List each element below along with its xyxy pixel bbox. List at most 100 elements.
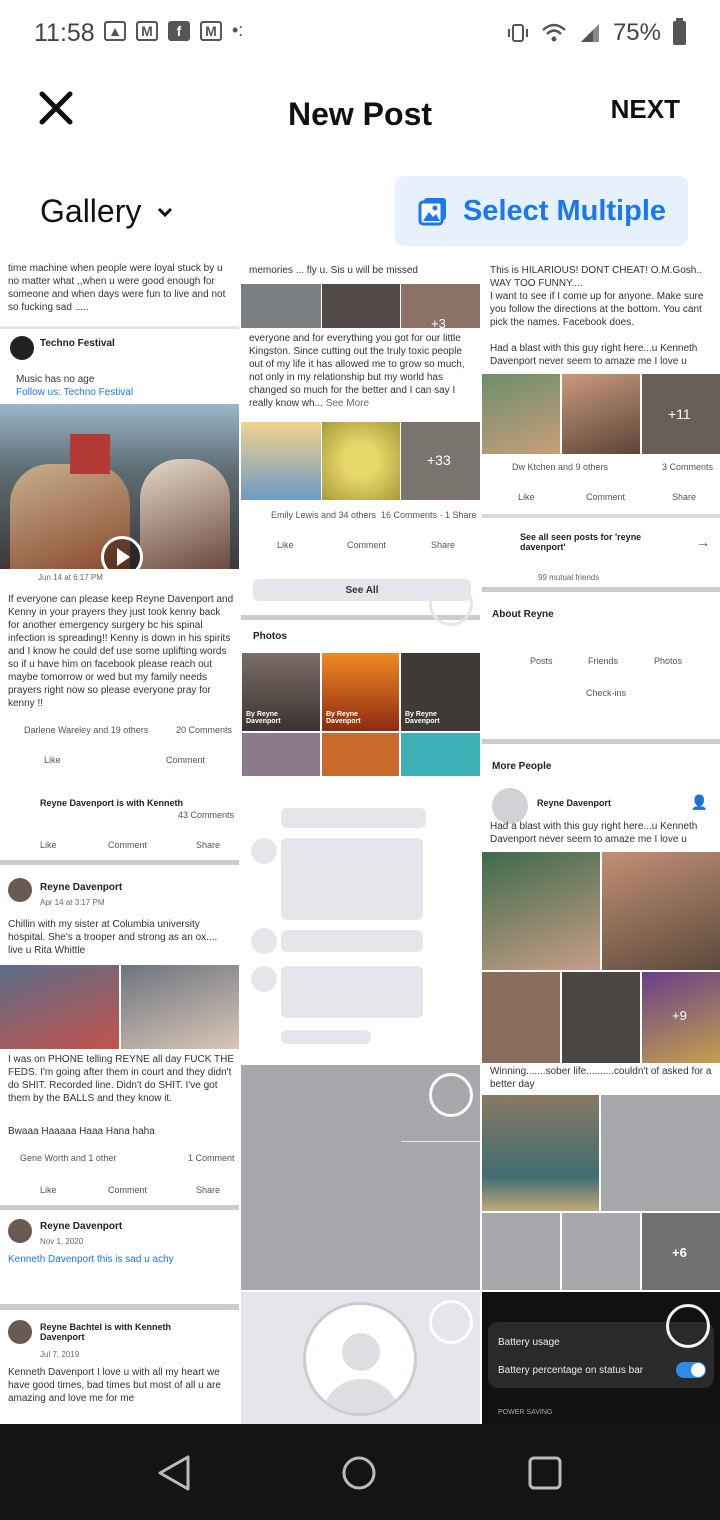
skeleton-bar (281, 808, 426, 828)
select-circle[interactable] (429, 582, 473, 626)
grid-item-6[interactable]: 99 mutual friends About Reyne Posts Frie… (482, 571, 720, 776)
gmail-icon: M (136, 20, 158, 41)
arrow-right-icon: → (696, 534, 710, 550)
comment-button: Comment (108, 840, 148, 850)
status-bar: 11:58 ▲ M f M •: 75% (0, 0, 720, 70)
select-multiple-button[interactable]: Select Multiple (395, 176, 688, 246)
battery-percent: 75% (612, 19, 661, 46)
select-circle[interactable] (429, 1073, 473, 1117)
comments-count: 43 Comments (178, 810, 235, 820)
select-circle[interactable] (666, 1304, 710, 1348)
photo-thumbnail (322, 733, 399, 776)
grid-item-3[interactable]: This is HILARIOUS! DONT CHEAT! O.M.Gosh.… (482, 246, 720, 569)
share-button: Share (196, 1185, 221, 1195)
grid-item-13[interactable]: Reyne Bachtel is with Kenneth Davenport … (0, 1292, 239, 1424)
photos-heading: Photos (253, 631, 287, 642)
grid-item-15[interactable]: Battery usage Battery percentage on stat… (482, 1292, 720, 1424)
see-more-link[interactable]: See More (326, 398, 369, 409)
grid-item-11[interactable] (241, 1065, 480, 1290)
photo-caption: By Reyne Davenport (326, 711, 361, 725)
photo-thumbnail (562, 1213, 640, 1290)
follow-text: Follow us: Techno Festival (16, 387, 134, 398)
like-button: Like (40, 840, 57, 850)
divider (0, 326, 239, 329)
photo-thumbnail (601, 1095, 720, 1211)
grid-item-10[interactable]: I was on PHONE telling REYNE all day FUC… (0, 965, 239, 1265)
photo-thumbnail (482, 852, 600, 970)
post-body: I was on PHONE telling REYNE all day FUC… (8, 1054, 235, 1104)
status-time: 11:58 (34, 19, 95, 47)
add-friend-icon: 👤 (690, 794, 708, 810)
post-body-2: Bwaaa Haaaaa Haaa Hana haha (8, 1126, 155, 1137)
skeleton-block (281, 838, 423, 920)
recents-icon[interactable] (527, 1455, 563, 1491)
multiple-photos-icon (418, 198, 446, 226)
grid-item-7[interactable]: Reyne Davenport is with Kenneth 43 Comme… (0, 778, 239, 963)
divider (482, 739, 720, 744)
photo-thumbnail (482, 1213, 560, 1290)
mutual-friends: 99 mutual friends (538, 573, 600, 582)
checkins-tab: Check-ins (586, 688, 627, 698)
gallery-dropdown[interactable]: Gallery (40, 193, 173, 230)
divider (0, 1304, 239, 1310)
grid-item-8[interactable] (241, 778, 480, 1063)
share-button: Share (196, 840, 221, 850)
photo-thumbnail (322, 284, 400, 328)
post-text: time machine when people were loyal stuc… (8, 263, 226, 313)
photo-thumbnail (602, 852, 720, 970)
divider (0, 860, 239, 865)
post-body: Chillin with my sister at Columbia unive… (8, 919, 218, 956)
like-button: Like (44, 755, 61, 765)
post-body: Had a blast with this guy right here...u… (490, 343, 698, 367)
post-body: If everyone can please keep Reyne Davenp… (8, 594, 234, 709)
battery-usage-label: Battery usage (498, 1337, 560, 1348)
chevron-down-icon (158, 207, 173, 217)
comments-count: 20 Comments (176, 725, 233, 735)
photo-thumbnail (241, 284, 321, 328)
comments-count: 1 Comment (188, 1153, 235, 1163)
battery-percentage-label: Battery percentage on status bar (498, 1365, 644, 1376)
home-icon[interactable] (341, 1455, 377, 1491)
more-photos-count: +3 (431, 316, 446, 331)
skeleton-avatar (251, 928, 277, 954)
comment-button: Comment (347, 540, 387, 550)
grid-item-4[interactable]: Jun 14 at 6:17 PM If everyone can please… (0, 571, 239, 776)
gmail-icon-2: M (200, 20, 222, 41)
grid-item-9[interactable]: Reyne Davenport 👤 Had a blast with this … (482, 778, 720, 1063)
skeleton-bar (281, 930, 423, 952)
back-icon[interactable] (156, 1455, 194, 1491)
grid-item-12[interactable]: Winning.......sober life..........couldn… (482, 1065, 720, 1290)
avatar (492, 788, 528, 824)
more-notifications-icon: •: (232, 20, 244, 40)
post-date: Jul 7, 2019 (40, 1350, 80, 1359)
see-all-posts-link: See all seen posts for 'reyne davenport' (520, 532, 642, 552)
grid-item-2[interactable]: memories ... fly u. Sis u will be missed… (241, 246, 480, 569)
vibrate-icon (507, 24, 528, 42)
person-name: Reyne Davenport (537, 798, 612, 808)
wifi-icon (542, 23, 566, 42)
post-header: Reyne Davenport is with Kenneth (40, 798, 184, 808)
reactions-count: Dw Ktchen and 9 others (512, 462, 609, 472)
battery-icon (673, 18, 686, 45)
grid-item-14[interactable] (241, 1292, 480, 1424)
divider (482, 514, 720, 518)
notification-icons: ▲ M f M •: (104, 20, 243, 41)
photo-thumbnail (482, 374, 560, 454)
grid-item-1[interactable]: time machine when people were loyal stuc… (0, 246, 239, 569)
status-right: 75% (507, 18, 686, 47)
next-button[interactable]: NEXT (611, 94, 680, 125)
see-all-label: See All (345, 584, 379, 596)
more-photos-count: +6 (672, 1245, 687, 1260)
photo-caption: By Reyne Davenport (246, 711, 281, 725)
skeleton-avatar (251, 966, 277, 992)
post-body-3: Kenneth Davenport this is sad u achy (8, 1254, 174, 1265)
grid-item-5[interactable]: See All Photos By Reyne Davenport By Rey… (241, 571, 480, 776)
photo-thumbnail (242, 733, 320, 776)
select-circle[interactable] (429, 1300, 473, 1344)
avatar (8, 1219, 32, 1243)
photo-thumbnail (0, 965, 119, 1049)
photo-thumbnail (401, 733, 480, 776)
post-body: I want to see if I come up for anyone. M… (490, 291, 704, 328)
comment-button: Comment (166, 755, 206, 765)
reactions-count: Gene Worth and 1 other (20, 1153, 117, 1163)
